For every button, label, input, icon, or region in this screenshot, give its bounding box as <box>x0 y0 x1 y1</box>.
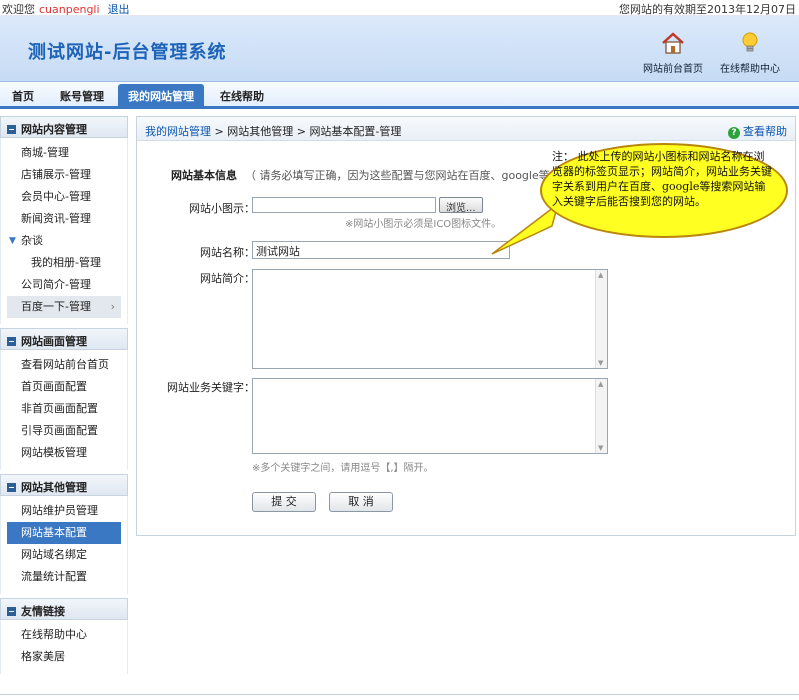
sidebar-item-label: 百度一下-管理 <box>21 300 91 313</box>
site-name-label: 网站名称： <box>200 246 255 259</box>
sidebar-item-misc[interactable]: ▼ 杂谈 <box>1 230 127 252</box>
icon-hint: ※网站小图示必须是ICO图标文件。 <box>345 219 502 230</box>
welcome-text: 欢迎您 cuanpengli 退出 <box>2 1 130 17</box>
collapse-icon <box>7 125 16 134</box>
front-home-button[interactable]: 网站前台首页 <box>640 30 706 75</box>
sidebar: 网站内容管理 商城-管理 店铺展示-管理 会员中心-管理 新闻资讯-管理 ▼ 杂谈… <box>0 116 128 674</box>
sidebar-item-traffic-stats[interactable]: 流量统计配置 <box>1 566 127 588</box>
sidebar-item-album[interactable]: 我的相册-管理 <box>1 252 127 274</box>
site-intro-textarea[interactable]: ▲ ▼ <box>252 269 608 369</box>
sidebar-section-appearance[interactable]: 网站画面管理 <box>0 328 128 350</box>
collapse-icon <box>7 607 16 616</box>
keywords-textarea[interactable]: ▲ ▼ <box>252 378 608 454</box>
keywords-hint: ※多个关键字之间，请用逗号【,】隔开。 <box>252 463 434 474</box>
footer-divider <box>0 694 799 695</box>
form-section-title: 网站基本信息 <box>171 169 237 182</box>
form-section-note: （ 请务必填写正确，因为这些配置与您网站在百度、google等 <box>245 169 550 182</box>
online-help-label: 在线帮助中心 <box>720 64 780 75</box>
breadcrumb: 我的网站管理 > 网站其他管理 > 网站基本配置-管理 ? 查看帮助 <box>137 117 795 141</box>
scroll-up-icon: ▲ <box>598 271 604 279</box>
sidebar-item-label: 杂谈 <box>21 234 43 247</box>
annotation-callout: 注： 此处上传的网站小图标和网站名称在浏览器的标签页显示；网站简介，网站业务关键… <box>540 143 788 238</box>
sidebar-item-domain-binding[interactable]: 网站域名绑定 <box>1 544 127 566</box>
breadcrumb-level2: 网站其他管理 <box>227 125 294 138</box>
sidebar-item-news[interactable]: 新闻资讯-管理 <box>1 208 127 230</box>
lightbulb-icon <box>742 32 758 52</box>
chevron-right-icon: › <box>110 300 115 313</box>
sidebar-section-content[interactable]: 网站内容管理 <box>0 116 128 138</box>
main-nav: 首页 账号管理 我的网站管理 在线帮助 <box>0 82 799 109</box>
sidebar-item-basic-config[interactable]: 网站基本配置 <box>7 522 121 544</box>
sidebar-item-company-intro[interactable]: 公司简介-管理 <box>1 274 127 296</box>
section-title: 友情链接 <box>21 605 65 618</box>
site-intro-label: 网站简介： <box>200 272 255 285</box>
tab-my-site[interactable]: 我的网站管理 <box>118 84 204 109</box>
sidebar-item-member-center[interactable]: 会员中心-管理 <box>1 186 127 208</box>
welcome-label: 欢迎您 <box>2 3 35 16</box>
section-title: 网站内容管理 <box>21 123 87 136</box>
question-circle-icon: ? <box>728 127 740 139</box>
sidebar-item-help-center[interactable]: 在线帮助中心 <box>1 624 127 646</box>
collapse-icon <box>7 483 16 492</box>
scroll-down-icon: ▼ <box>598 444 604 452</box>
callout-text: 注： 此处上传的网站小图标和网站名称在浏览器的标签页显示；网站简介，网站业务关键… <box>552 150 772 208</box>
scrollbar[interactable]: ▲ ▼ <box>595 270 607 368</box>
sidebar-item-view-front[interactable]: 查看网站前台首页 <box>1 354 127 376</box>
front-home-label: 网站前台首页 <box>643 64 703 75</box>
sidebar-item-mall[interactable]: 商城-管理 <box>1 142 127 164</box>
breadcrumb-current: 网站基本配置-管理 <box>309 125 402 138</box>
tab-home[interactable]: 首页 <box>12 88 34 104</box>
sidebar-item-home-config[interactable]: 首页画面配置 <box>1 376 127 398</box>
sidebar-item-maintainers[interactable]: 网站维护员管理 <box>1 500 127 522</box>
breadcrumb-separator: > <box>211 125 228 138</box>
sidebar-section-other[interactable]: 网站其他管理 <box>0 474 128 496</box>
section-title: 网站画面管理 <box>21 335 87 348</box>
logout-link[interactable]: 退出 <box>108 3 130 16</box>
header: 测试网站-后台管理系统 网站前台首页 在线帮助中心 <box>0 16 799 82</box>
breadcrumb-separator: > <box>293 125 310 138</box>
tab-online-help[interactable]: 在线帮助 <box>220 88 264 104</box>
keywords-label: 网站业务关键字： <box>167 381 255 394</box>
sidebar-item-gejia[interactable]: 格家美居 <box>1 646 127 668</box>
scroll-up-icon: ▲ <box>598 380 604 388</box>
breadcrumb-home-link[interactable]: 我的网站管理 <box>145 125 211 138</box>
section-title: 网站其他管理 <box>21 481 87 494</box>
sidebar-item-shop-display[interactable]: 店铺展示-管理 <box>1 164 127 186</box>
sidebar-item-nonhome-config[interactable]: 非首页画面配置 <box>1 398 127 420</box>
top-bar: 欢迎您 cuanpengli 退出 您网站的有效期至2013年12月07日 <box>0 0 799 16</box>
online-help-button[interactable]: 在线帮助中心 <box>716 30 784 75</box>
sidebar-section-links[interactable]: 友情链接 <box>0 598 128 620</box>
cancel-button[interactable]: 取 消 <box>329 492 393 512</box>
site-name-input[interactable]: 测试网站 <box>252 241 510 259</box>
expiry-text: 您网站的有效期至2013年12月07日 <box>619 3 796 16</box>
icon-label: 网站小图示： <box>189 202 255 215</box>
house-icon <box>662 32 684 54</box>
scrollbar[interactable]: ▲ ▼ <box>595 379 607 453</box>
app-title: 测试网站-后台管理系统 <box>28 42 227 63</box>
sidebar-item-guide-config[interactable]: 引导页画面配置 <box>1 420 127 442</box>
view-help-label: 查看帮助 <box>743 125 787 138</box>
sidebar-item-templates[interactable]: 网站模板管理 <box>1 442 127 464</box>
view-help-link[interactable]: ? 查看帮助 <box>728 123 787 139</box>
caret-down-icon: ▼ <box>9 236 16 246</box>
sidebar-item-baidu[interactable]: 百度一下-管理 › <box>7 296 121 318</box>
tab-account[interactable]: 账号管理 <box>60 88 104 104</box>
browse-button[interactable]: 浏览... <box>439 197 483 214</box>
submit-button[interactable]: 提 交 <box>252 492 316 512</box>
icon-file-input[interactable] <box>252 197 436 213</box>
collapse-icon <box>7 337 16 346</box>
username: cuanpengli <box>39 3 100 16</box>
scroll-down-icon: ▼ <box>598 359 604 367</box>
